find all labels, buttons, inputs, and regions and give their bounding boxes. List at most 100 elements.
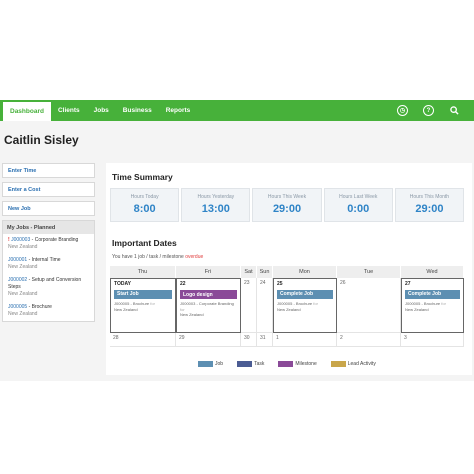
list-item[interactable]: J000002 - Setup and Conversion Steps New… <box>3 274 94 301</box>
summary-value: 29:00 <box>415 203 444 215</box>
legend-item: Task <box>237 361 264 367</box>
legend-item: Milestone <box>278 361 317 367</box>
calendar-day-cell[interactable]: 22 Logo design J000003 - Corporate Brand… <box>176 278 241 333</box>
calendar-day-cell[interactable]: 26 <box>337 278 401 333</box>
summary-box: Hours Yesterday 13:00 <box>181 188 251 222</box>
tab-reports[interactable]: Reports <box>159 100 198 121</box>
planned-jobs-heading: My Jobs - Planned <box>3 221 94 234</box>
summary-label: Hours Last Week <box>339 194 378 200</box>
calendar-week-row: 28 29 30 31 1 2 3 <box>110 333 464 347</box>
job-name: Brochure <box>31 304 52 310</box>
calendar-day-cell[interactable]: TODAY Start Job J000005 - Brochure for Ne… <box>110 278 176 333</box>
calendar-day-cell[interactable]: 29 <box>176 333 241 347</box>
calendar-event[interactable]: Complete Job <box>277 290 333 299</box>
calendar-event[interactable]: Logo design <box>180 290 237 299</box>
overdue-link[interactable]: overdue <box>185 254 203 260</box>
job-name: Internal Time <box>31 257 61 263</box>
summary-label: Hours Today <box>130 194 159 200</box>
legend-label: Lead Activity <box>347 361 376 367</box>
job-code[interactable]: J000002 <box>8 277 27 283</box>
job-client: New Zealand <box>8 291 38 297</box>
legend-item: Job <box>198 361 223 367</box>
day-number: 30 <box>244 335 250 341</box>
calendar-legend: Job Task Milestone Lead Activity <box>198 361 376 367</box>
calendar-day-cell[interactable]: 1 <box>273 333 337 347</box>
overdue-note: You have 1 job / task / milestone overdu… <box>112 254 203 260</box>
job-client: New Zealand <box>8 311 38 317</box>
overdue-flag-icon: ! <box>8 237 10 243</box>
list-item[interactable]: J000005 - Brochure New Zealand <box>3 301 94 321</box>
summary-label: Hours This Week <box>267 194 307 200</box>
day-number: 27 <box>405 281 411 287</box>
calendar-day-cell[interactable]: 2 <box>337 333 401 347</box>
calendar-day-cell[interactable]: 27 Complete Job J000005 - Brochure for Ne… <box>401 278 464 333</box>
job-code[interactable]: J000005 <box>8 304 27 310</box>
legend-item: Lead Activity <box>330 361 376 367</box>
search-icon[interactable] <box>449 105 460 116</box>
calendar-day-cell[interactable]: 24 <box>257 278 273 333</box>
overdue-note-text: You have 1 job / task / milestone <box>112 254 184 260</box>
tab-clients[interactable]: Clients <box>51 100 87 121</box>
day-header: Thu <box>110 266 176 278</box>
calendar: Thu Fri Sat Sun Mon Tue Wed TODAY Start … <box>110 266 464 347</box>
day-number: 29 <box>179 335 185 341</box>
calendar-day-cell[interactable]: 25 Complete Job J000005 - Brochure for Ne… <box>273 278 337 333</box>
day-number: 1 <box>276 335 279 341</box>
calendar-header: Thu Fri Sat Sun Mon Tue Wed <box>110 266 464 278</box>
calendar-day-cell[interactable]: 30 <box>241 333 257 347</box>
job-code[interactable]: J000001 <box>8 257 27 263</box>
job-name: Corporate Branding <box>34 237 79 243</box>
event-detail: J000005 - Brochure for New Zealand <box>405 301 446 312</box>
day-header: Sat <box>241 266 257 278</box>
legend-swatch <box>237 361 253 367</box>
day-header: Wed <box>401 266 464 278</box>
day-number: 28 <box>113 335 119 341</box>
list-item[interactable]: ! J000003 - Corporate Branding New Zeala… <box>3 234 94 254</box>
calendar-day-cell[interactable]: 3 <box>401 333 464 347</box>
day-number: 26 <box>340 280 346 286</box>
day-number: 24 <box>260 280 266 286</box>
calendar-day-cell[interactable]: 31 <box>257 333 273 347</box>
legend-swatch <box>198 361 213 367</box>
left-panel: Enter Time Enter a Cost New Job My Jobs … <box>2 163 95 322</box>
calendar-day-cell[interactable]: 28 <box>110 333 176 347</box>
day-header: Mon <box>273 266 337 278</box>
summary-label: Hours This Month <box>409 194 450 200</box>
summary-box: Hours This Month 29:00 <box>394 188 465 222</box>
enter-time-button[interactable]: Enter Time <box>2 163 95 178</box>
help-icon[interactable]: ? <box>423 105 434 116</box>
calendar-event[interactable]: Complete Job <box>405 290 460 299</box>
summary-value: 29:00 <box>272 203 302 215</box>
event-detail: J000005 - Brochure for New Zealand <box>277 301 318 312</box>
event-detail: J000005 - Brochure for New Zealand <box>114 301 155 312</box>
job-client: New Zealand <box>8 264 38 270</box>
summary-value: 13:00 <box>201 203 230 215</box>
new-job-button[interactable]: New Job <box>2 201 95 216</box>
summary-value: 8:00 <box>133 203 156 215</box>
legend-label: Task <box>254 361 265 367</box>
enter-cost-button[interactable]: Enter a Cost <box>2 182 95 197</box>
list-item[interactable]: J000001 - Internal Time New Zealand <box>3 254 94 274</box>
job-client: New Zealand <box>8 244 38 250</box>
calendar-event[interactable]: Start Job <box>114 290 172 299</box>
legend-swatch <box>278 361 294 367</box>
summary-value: 0:00 <box>347 203 370 215</box>
calendar-week-row: TODAY Start Job J000005 - Brochure for Ne… <box>110 278 464 333</box>
nav-icons: ◷ ? <box>397 100 460 121</box>
tab-jobs[interactable]: Jobs <box>87 100 116 121</box>
clock-icon[interactable]: ◷ <box>397 105 408 116</box>
day-header: Sun <box>257 266 273 278</box>
tab-dashboard[interactable]: Dashboard <box>3 100 51 121</box>
planned-jobs-panel: My Jobs - Planned ! J000003 - Corporate … <box>2 220 95 322</box>
day-header: Fri <box>176 266 241 278</box>
job-code[interactable]: J000003 <box>11 237 30 243</box>
legend-label: Job <box>215 361 224 367</box>
summary-label: Hours Yesterday <box>197 194 235 200</box>
day-number: 2 <box>340 335 343 341</box>
day-header: Tue <box>337 266 401 278</box>
calendar-day-cell[interactable]: 23 <box>241 278 257 333</box>
summary-box: Hours Today 8:00 <box>110 188 180 222</box>
page-title: Caitlin Sisley <box>4 133 79 147</box>
day-number: 25 <box>277 281 283 287</box>
tab-business[interactable]: Business <box>116 100 159 121</box>
